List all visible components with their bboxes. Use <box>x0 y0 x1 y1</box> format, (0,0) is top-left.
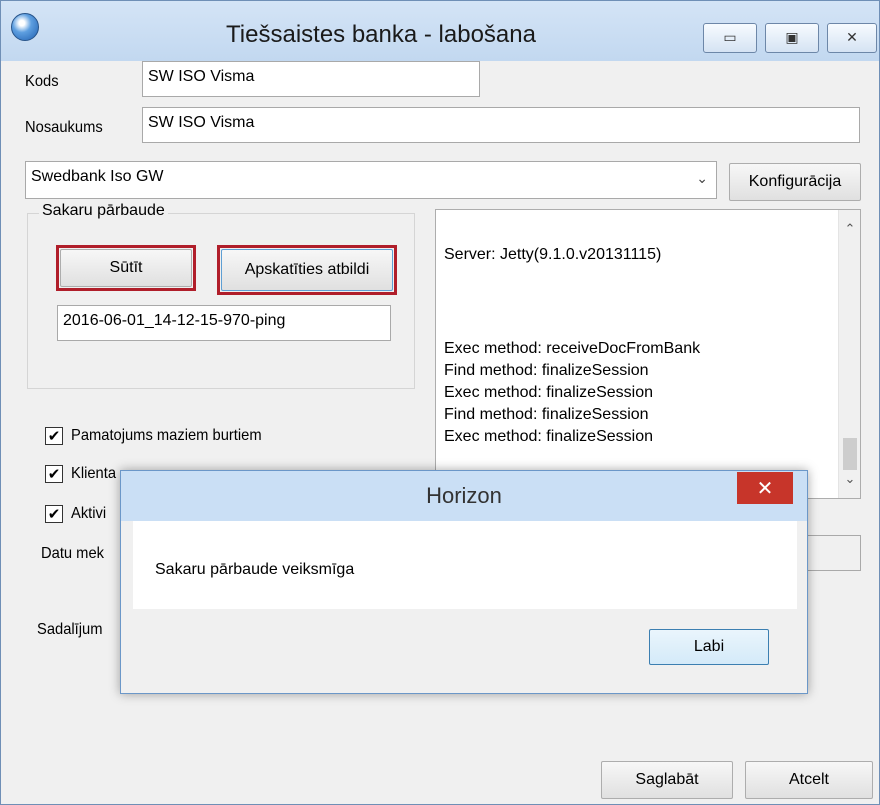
split-label: Sadalījum <box>37 621 103 638</box>
log-line: Exec method: receiveDocFromBank <box>444 340 701 357</box>
view-response-button[interactable]: Apskatīties atbildi <box>221 249 393 291</box>
konfiguracija-button[interactable]: Konfigurācija <box>729 163 861 201</box>
nosaukums-field[interactable]: SW ISO Visma <box>142 107 860 143</box>
log-textarea[interactable]: Server: Jetty(9.1.0.v20131115) Exec meth… <box>435 209 861 499</box>
scroll-down-icon[interactable]: ⌄ <box>839 472 860 487</box>
log-line: Find method: finalizeSession <box>444 362 649 379</box>
cancel-button[interactable]: Atcelt <box>745 761 873 799</box>
log-line: Exec method: finalizeSession <box>444 384 653 401</box>
response-file-field[interactable]: 2016-06-01_14-12-15-970-ping <box>57 305 391 341</box>
dialog-title-bar: Horizon ✕ <box>121 471 807 521</box>
client-label: Klienta <box>71 465 117 482</box>
log-scrollbar[interactable]: ⌃ ⌄ <box>838 210 860 498</box>
lowercase-checkbox[interactable]: ✔ <box>45 427 63 445</box>
dialog-title: Horizon <box>426 483 502 508</box>
data-field[interactable] <box>801 535 861 571</box>
dialog-message: Sakaru pārbaude veiksmīga <box>155 561 355 578</box>
connection-test-group <box>27 213 415 389</box>
connection-test-title: Sakaru pārbaude <box>39 202 168 220</box>
check-icon: ✔ <box>47 504 61 523</box>
minimize-icon: ▭ <box>723 30 737 46</box>
dialog-body: Sakaru pārbaude veiksmīga <box>133 521 797 609</box>
lowercase-label: Pamatojums maziem burtiem <box>71 427 262 444</box>
window-title: Tiešsaistes banka - labošana <box>226 21 536 48</box>
send-button[interactable]: Sūtīt <box>60 249 192 287</box>
maximize-icon: ▣ <box>785 30 799 46</box>
bank-select-value: Swedbank Iso GW <box>31 168 164 185</box>
save-button[interactable]: Saglabāt <box>601 761 733 799</box>
scroll-thumb[interactable] <box>843 438 857 470</box>
bank-select[interactable]: Swedbank Iso GW ⌄ <box>25 161 717 199</box>
app-globe-icon <box>11 13 39 41</box>
active-checkbox[interactable]: ✔ <box>45 505 63 523</box>
check-icon: ✔ <box>47 426 61 445</box>
minimize-button[interactable]: ▭ <box>703 23 757 53</box>
data-label: Datu mek <box>41 545 104 562</box>
ok-button[interactable]: Labi <box>649 629 769 665</box>
log-line: Server: Jetty(9.1.0.v20131115) <box>444 246 662 263</box>
nosaukums-label: Nosaukums <box>25 119 103 136</box>
chevron-down-icon: ⌄ <box>696 170 708 186</box>
scroll-up-icon[interactable]: ⌃ <box>839 222 860 237</box>
maximize-button[interactable]: ▣ <box>765 23 819 53</box>
log-line: Find method: finalizeSession <box>444 406 649 423</box>
kods-label: Kods <box>25 73 59 90</box>
client-checkbox[interactable]: ✔ <box>45 465 63 483</box>
dialog-close-button[interactable]: ✕ <box>737 472 793 504</box>
title-bar: Tiešsaistes banka - labošana ▭ ▣ ✕ <box>1 1 879 61</box>
check-icon: ✔ <box>47 464 61 483</box>
kods-field[interactable]: SW ISO Visma <box>142 61 480 97</box>
close-icon: ✕ <box>756 476 774 500</box>
log-line: Exec method: finalizeSession <box>444 428 653 445</box>
close-icon: ✕ <box>846 30 858 46</box>
close-button[interactable]: ✕ <box>827 23 877 53</box>
message-dialog: Horizon ✕ Sakaru pārbaude veiksmīga Labi <box>120 470 808 694</box>
active-label: Aktivi <box>71 505 107 522</box>
